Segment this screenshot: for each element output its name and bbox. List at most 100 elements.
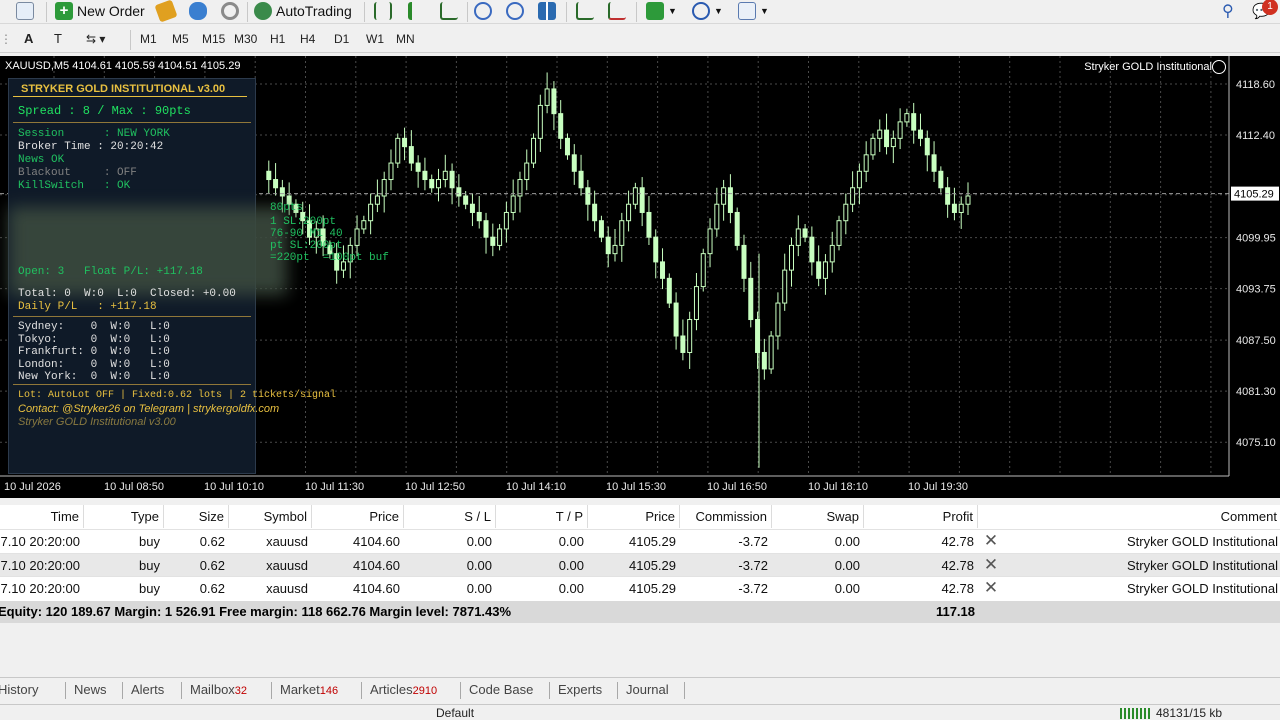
cell-profit: 42.78 <box>941 581 974 596</box>
candle-body <box>802 228 808 238</box>
candle-body <box>497 228 503 246</box>
tab-journal[interactable]: Journal <box>626 682 669 697</box>
column-header-size[interactable]: Size <box>166 505 229 528</box>
chevron-down-icon: ▼ <box>714 6 723 16</box>
candle-body <box>408 146 414 164</box>
candle-body <box>850 187 856 205</box>
autotrading-button[interactable]: AutoTrading <box>254 0 352 22</box>
candle-body <box>279 187 285 197</box>
zoom-out-icon <box>506 2 524 20</box>
column-header-time[interactable]: Time <box>0 505 84 528</box>
timeframe-h4[interactable]: H4 <box>300 32 315 46</box>
text-tool-icon[interactable]: A <box>24 31 33 46</box>
close-position-icon[interactable]: ✕ <box>983 532 999 549</box>
cell-commission: -3.72 <box>738 581 768 596</box>
line-chart-button[interactable] <box>440 0 458 22</box>
search-button[interactable]: ⚲ <box>1222 0 1234 22</box>
cell-stop-loss: 0.00 <box>466 534 492 549</box>
candle-body <box>890 137 896 148</box>
cell-current-price: 4105.29 <box>629 534 676 549</box>
close-position-icon[interactable]: ✕ <box>983 556 999 573</box>
tab-count-badge: 32 <box>234 685 248 697</box>
tab-news[interactable]: News <box>74 682 107 697</box>
tab-alerts[interactable]: Alerts <box>131 682 164 697</box>
tab-experts[interactable]: Experts <box>558 682 602 697</box>
cell-comment: Stryker GOLD Institutional <box>1127 557 1278 573</box>
text-label-tool-icon[interactable]: T <box>54 31 62 46</box>
indicators-button[interactable]: ▼ <box>646 0 677 22</box>
arrows-tool-icon[interactable]: ⇆ ▾ <box>86 32 105 46</box>
new-order-button[interactable]: + New Order <box>55 0 145 22</box>
signal-icon <box>221 2 239 20</box>
zoom-in-button[interactable] <box>474 0 492 22</box>
timeframe-mn[interactable]: MN <box>396 32 415 46</box>
candle-body <box>917 129 923 139</box>
tab-articles[interactable]: Articles2910 <box>370 682 437 697</box>
candle-body <box>537 104 543 139</box>
close-position-icon[interactable]: ✕ <box>983 579 999 596</box>
timeframe-w1[interactable]: W1 <box>366 32 384 46</box>
blackout-line: Blackout : OFF <box>18 167 137 179</box>
session-stat-line: Tokyo: 0 W:0 L:0 <box>18 333 170 346</box>
column-header-type[interactable]: Type <box>84 505 164 528</box>
timeframe-d1[interactable]: D1 <box>334 32 349 46</box>
column-header-open-price[interactable]: Price <box>314 505 404 528</box>
column-header-commission[interactable]: Commission <box>682 505 772 528</box>
market-database-button[interactable] <box>189 0 207 22</box>
timeframe-m1[interactable]: M1 <box>140 32 157 46</box>
chevron-down-icon: ▼ <box>760 6 769 16</box>
cell-symbol: xauusd <box>266 534 308 549</box>
tab-mailbox[interactable]: Mailbox32 <box>190 682 247 697</box>
database-icon <box>189 2 207 20</box>
cell-stop-loss: 0.00 <box>466 581 492 596</box>
tab-market[interactable]: Market146 <box>280 682 338 697</box>
timeframe-m15[interactable]: M15 <box>202 32 225 46</box>
timeframe-m5[interactable]: M5 <box>172 32 189 46</box>
column-header-symbol[interactable]: Symbol <box>232 505 312 528</box>
cell-type: buy <box>139 557 160 573</box>
periods-button[interactable]: ▼ <box>692 0 723 22</box>
chart-window-button[interactable] <box>16 0 34 22</box>
toolbar-divider <box>247 2 248 22</box>
grip-icon: ⋮ <box>0 32 12 46</box>
timeframe-m30[interactable]: M30 <box>234 32 257 46</box>
timeframe-h1[interactable]: H1 <box>270 32 285 46</box>
cell-size: 0.62 <box>199 581 225 596</box>
session-stat-line: Frankfurt: 0 W:0 L:0 <box>18 346 170 358</box>
cell-time: 7.10 20:20:00 <box>0 557 80 573</box>
column-header-swap[interactable]: Swap <box>774 505 864 528</box>
cell-time: 7.10 20:20:00 <box>0 581 80 596</box>
candle-body <box>449 170 455 189</box>
candle-body <box>714 203 720 230</box>
tile-windows-button[interactable] <box>538 0 556 22</box>
candlestick-button[interactable] <box>408 0 426 22</box>
bar-chart-button[interactable] <box>374 0 392 22</box>
chart-shift-button[interactable] <box>608 0 626 22</box>
tab-history[interactable]: History <box>0 682 38 697</box>
column-header-stop-loss[interactable]: S / L <box>406 505 496 528</box>
candle-body <box>775 302 781 337</box>
templates-button[interactable]: ▼ <box>738 0 769 22</box>
search-icon: ⚲ <box>1222 3 1234 20</box>
expert-advisor-name: Stryker GOLD Institutional <box>1084 61 1212 73</box>
session-stat-line: New York: 0 W:0 L:0 <box>18 371 170 383</box>
new-order-label: New Order <box>77 3 145 19</box>
table-row[interactable]: 7.10 20:20:00 buy 0.62 xauusd 4104.60 0.00 0.0… <box>0 576 1280 599</box>
signals-button[interactable] <box>221 0 239 22</box>
column-header-take-profit[interactable]: T / P <box>498 505 588 528</box>
auto-scroll-button[interactable] <box>576 0 594 22</box>
column-header-comment[interactable]: Comment <box>1004 505 1280 528</box>
cell-symbol: xauusd <box>266 557 308 573</box>
toolbar-divider <box>130 30 131 50</box>
tab-code-base[interactable]: Code Base <box>469 682 533 697</box>
notifications-button[interactable]: 💬 1 <box>1252 0 1278 22</box>
column-header-profit[interactable]: Profit <box>866 505 978 528</box>
metaeditor-button[interactable] <box>154 0 178 23</box>
chevron-down-icon: ▼ <box>668 6 677 16</box>
zoom-out-button[interactable] <box>506 0 524 22</box>
column-header-current-price[interactable]: Price <box>590 505 680 528</box>
table-row[interactable]: 7.10 20:20:00 buy 0.62 xauusd 4104.60 0.00 0.0… <box>0 552 1280 576</box>
table-row[interactable]: 7.10 20:20:00 buy 0.62 xauusd 4104.60 0.00 0.0… <box>0 529 1280 552</box>
candle-body <box>666 277 672 304</box>
price-chart[interactable]: 4118.604112.404105.154099.954093.754087.… <box>0 56 1280 498</box>
